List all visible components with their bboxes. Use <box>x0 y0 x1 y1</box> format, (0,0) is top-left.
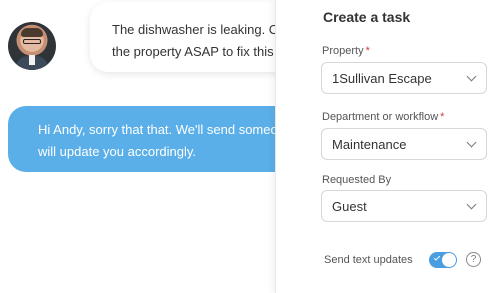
chevron-down-icon <box>466 137 477 148</box>
requested-by-label: Requested By <box>322 174 391 186</box>
department-label-text: Department or workflow <box>322 111 439 123</box>
send-text-updates-label: Send text updates <box>324 254 413 266</box>
outgoing-message-bubble: Hi Andy, sorry that that. We'll send som… <box>8 106 275 172</box>
requested-by-label-text: Requested By <box>322 174 392 186</box>
avatar-glasses <box>23 39 41 44</box>
chevron-down-icon <box>466 71 477 82</box>
help-icon[interactable]: ? <box>466 252 481 267</box>
incoming-message-line: The dishwasher is leaking. C <box>112 22 275 37</box>
property-label-text: Property <box>322 45 364 57</box>
avatar-collar <box>29 55 35 65</box>
property-select-value: 1Sullivan Escape <box>332 71 432 86</box>
avatar[interactable] <box>8 22 56 70</box>
department-label: Department or workflow * <box>322 111 444 123</box>
required-marker: * <box>365 45 370 57</box>
required-marker: * <box>440 111 445 123</box>
chevron-down-icon <box>466 199 477 210</box>
send-text-updates-toggle[interactable] <box>429 252 457 268</box>
create-task-panel: Create a task Property * 1Sullivan Escape… <box>275 0 500 293</box>
outgoing-message-line: will update you accordingly. <box>38 144 197 159</box>
department-select-value: Maintenance <box>332 137 407 152</box>
department-select[interactable]: Maintenance <box>321 128 487 160</box>
requested-by-select-value: Guest <box>332 199 367 214</box>
panel-title: Create a task <box>323 9 411 25</box>
property-select[interactable]: 1Sullivan Escape <box>321 62 487 94</box>
outgoing-message-line: Hi Andy, sorry that that. We'll send som… <box>38 122 275 137</box>
toggle-knob <box>442 253 456 267</box>
requested-by-select[interactable]: Guest <box>321 190 487 222</box>
send-text-updates-row: Send text updates ? <box>324 252 494 270</box>
property-label: Property * <box>322 45 370 57</box>
chat-conversation: The dishwasher is leaking. C the propert… <box>0 0 275 293</box>
avatar-hair <box>21 28 43 37</box>
check-icon <box>433 254 441 261</box>
incoming-message-line: the property ASAP to fix this <box>112 44 274 59</box>
incoming-message-bubble: The dishwasher is leaking. C the propert… <box>90 2 275 72</box>
